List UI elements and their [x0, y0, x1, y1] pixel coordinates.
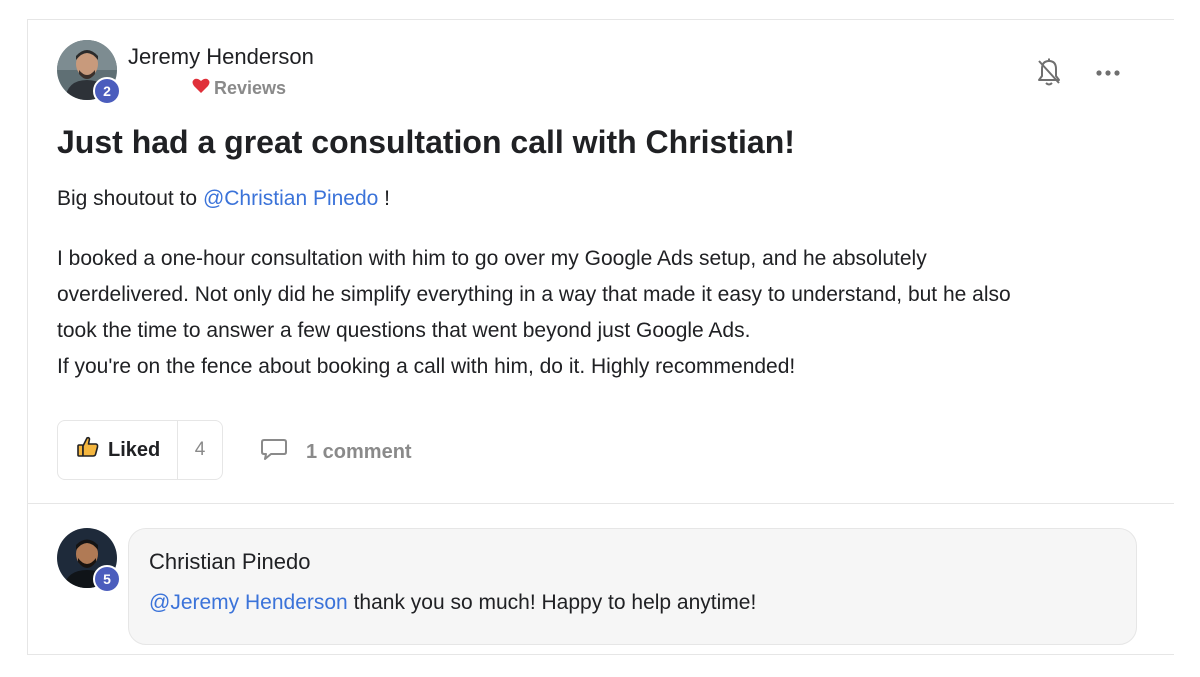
comment-bubble: Christian Pinedo @Jeremy Henderson thank… — [128, 528, 1137, 645]
bell-off-icon[interactable] — [1036, 58, 1062, 88]
heart-icon — [192, 78, 210, 99]
post-shoutout: Big shoutout to @Christian Pinedo ! — [57, 187, 390, 211]
comment-body: thank you so much! Happy to help anytime… — [347, 591, 757, 614]
post-category[interactable]: Reviews — [192, 78, 286, 99]
comment-bubble-icon — [260, 437, 288, 467]
shoutout-prefix: Big shoutout to — [57, 187, 203, 210]
more-horizontal-icon[interactable] — [1094, 62, 1122, 84]
commenter-level-badge: 5 — [93, 565, 121, 593]
comments-link[interactable]: 1 comment — [260, 437, 412, 467]
body-line: took the time to answer a few questions … — [57, 319, 751, 342]
like-button[interactable]: Liked — [58, 421, 178, 479]
comment-text: @Jeremy Henderson thank you so much! Hap… — [149, 591, 756, 615]
author-level-badge: 2 — [93, 77, 121, 105]
like-control: Liked 4 — [57, 420, 223, 480]
body-line: overdelivered. Not only did he simplify … — [57, 283, 1011, 306]
body-line: If you're on the fence about booking a c… — [57, 355, 796, 378]
section-divider — [28, 503, 1174, 504]
commenter-name[interactable]: Christian Pinedo — [149, 549, 310, 575]
comments-label: 1 comment — [306, 440, 412, 463]
mention-link[interactable]: @Christian Pinedo — [203, 187, 378, 210]
post-body: I booked a one-hour consultation with hi… — [57, 241, 1152, 385]
like-label: Liked — [108, 438, 161, 461]
like-count[interactable]: 4 — [178, 439, 222, 461]
shoutout-suffix: ! — [378, 187, 391, 210]
category-label: Reviews — [214, 78, 287, 98]
comment-mention-link[interactable]: @Jeremy Henderson — [149, 591, 348, 614]
post-card: 2 Jeremy Henderson Reviews Just had a gr… — [27, 19, 1174, 655]
post-title: Just had a great consultation call with … — [57, 124, 795, 160]
body-line: I booked a one-hour consultation with hi… — [57, 247, 927, 270]
thumbs-up-icon — [76, 435, 100, 465]
author-name[interactable]: Jeremy Henderson — [128, 44, 314, 70]
